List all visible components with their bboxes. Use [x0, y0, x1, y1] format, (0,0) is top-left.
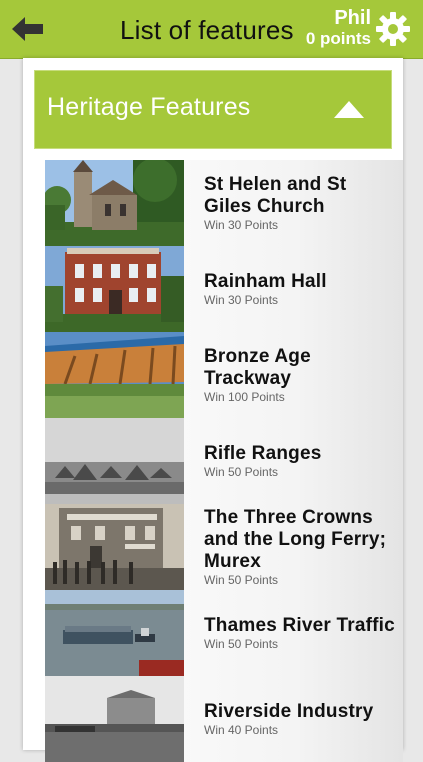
section-header-heritage[interactable]: Heritage Features — [34, 70, 392, 149]
user-points: 0 points — [305, 29, 371, 48]
feature-points: Win 30 Points — [204, 293, 279, 307]
feature-name: Thames River Traffic — [204, 615, 395, 636]
feature-points: Win 30 Points — [204, 218, 279, 232]
feature-name: Riverside Industry — [204, 701, 374, 722]
list-item[interactable]: The Three Crowns and the Long Ferry; Mur… — [45, 504, 403, 590]
feature-name: Rainham Hall — [204, 271, 327, 292]
list-item[interactable]: Riverside Industry Win 40 Points — [45, 676, 403, 762]
riverside-industry-photo — [45, 676, 184, 762]
feature-name: Bronze Age Trackway — [204, 346, 311, 389]
gear-icon[interactable] — [375, 11, 411, 47]
triangle-up-icon[interactable] — [333, 99, 365, 119]
list-item[interactable]: Bronze Age Trackway Win 100 Points — [45, 332, 403, 418]
user-name: Phil — [334, 7, 371, 29]
section-title: Heritage Features — [47, 93, 251, 121]
feature-list: St Helen and St Giles Church Win 30 Poin… — [45, 160, 403, 762]
list-item[interactable]: Rainham Hall Win 30 Points — [45, 246, 403, 332]
feature-points: Win 50 Points — [204, 573, 279, 587]
top-bar: List of features Phil 0 points — [0, 0, 423, 59]
three-crowns-photo — [45, 504, 184, 590]
feature-name: The Three Crowns and the Long Ferry; Mur… — [204, 507, 387, 572]
user-summary[interactable]: Phil 0 points — [301, 8, 371, 49]
page-title: List of features — [120, 15, 294, 45]
list-item[interactable]: Rifle Ranges Win 50 Points — [45, 418, 403, 504]
list-item[interactable]: St Helen and St Giles Church Win 30 Poin… — [45, 160, 403, 246]
back-arrow-icon[interactable] — [10, 12, 46, 46]
list-item[interactable]: Thames River Traffic Win 50 Points — [45, 590, 403, 676]
feature-points: Win 50 Points — [204, 465, 279, 479]
feature-points: Win 100 Points — [204, 390, 285, 404]
church-photo — [45, 160, 184, 246]
feature-points: Win 40 Points — [204, 723, 279, 737]
feature-name: St Helen and St Giles Church — [204, 174, 347, 217]
hall-photo — [45, 246, 184, 332]
feature-points: Win 50 Points — [204, 637, 279, 651]
feature-name: Rifle Ranges — [204, 443, 322, 464]
trackway-photo — [45, 332, 184, 418]
rifle-ranges-photo — [45, 418, 184, 504]
river-traffic-photo — [45, 590, 184, 676]
